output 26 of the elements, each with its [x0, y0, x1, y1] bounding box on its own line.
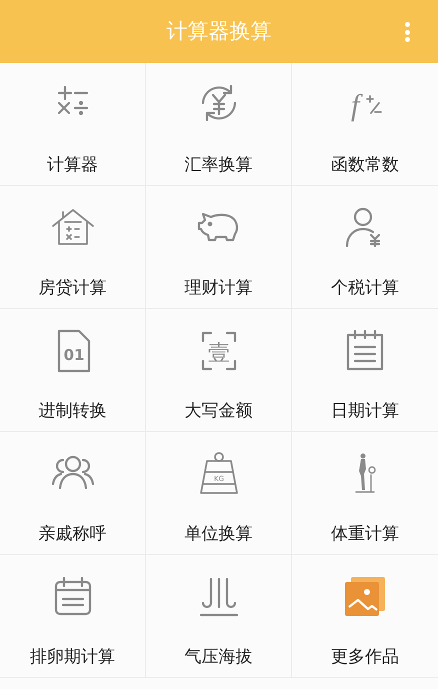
tool-tile[interactable]: 气压海拔	[146, 555, 292, 678]
tool-label: 体重计算	[331, 523, 399, 546]
more-menu-button[interactable]	[404, 22, 410, 42]
tool-label: 理财计算	[184, 277, 252, 300]
tool-tile[interactable]: 理财计算	[146, 186, 292, 309]
tool-tile[interactable]: 01 进制转换	[0, 309, 146, 432]
tool-label: 汇率换算	[184, 154, 252, 177]
tool-label: 单位换算	[184, 523, 252, 546]
tool-label: 个税计算	[331, 277, 399, 300]
tool-label: 气压海拔	[184, 646, 252, 669]
tool-tile[interactable]: 壹 大写金额	[146, 309, 292, 432]
app-title: 计算器换算	[166, 18, 272, 45]
tool-tile[interactable]: 排卵期计算	[0, 555, 146, 678]
tool-label: 函数常数	[331, 154, 399, 177]
tool-tile[interactable]: 汇率换算	[146, 63, 292, 186]
tool-tile[interactable]: 房贷计算	[0, 186, 146, 309]
tool-label: 计算器	[47, 154, 98, 177]
tool-label: 排卵期计算	[30, 646, 115, 669]
tool-label: 日期计算	[331, 400, 399, 423]
tool-tile[interactable]: 计算器	[0, 63, 146, 186]
tool-label: 进制转换	[38, 400, 106, 423]
tool-label: 房贷计算	[38, 277, 106, 300]
tool-tile[interactable]: 亲戚称呼	[0, 432, 146, 555]
tool-label: 更多作品	[331, 646, 399, 669]
tool-label: 大写金额	[184, 400, 252, 423]
tool-label: 亲戚称呼	[38, 523, 106, 546]
